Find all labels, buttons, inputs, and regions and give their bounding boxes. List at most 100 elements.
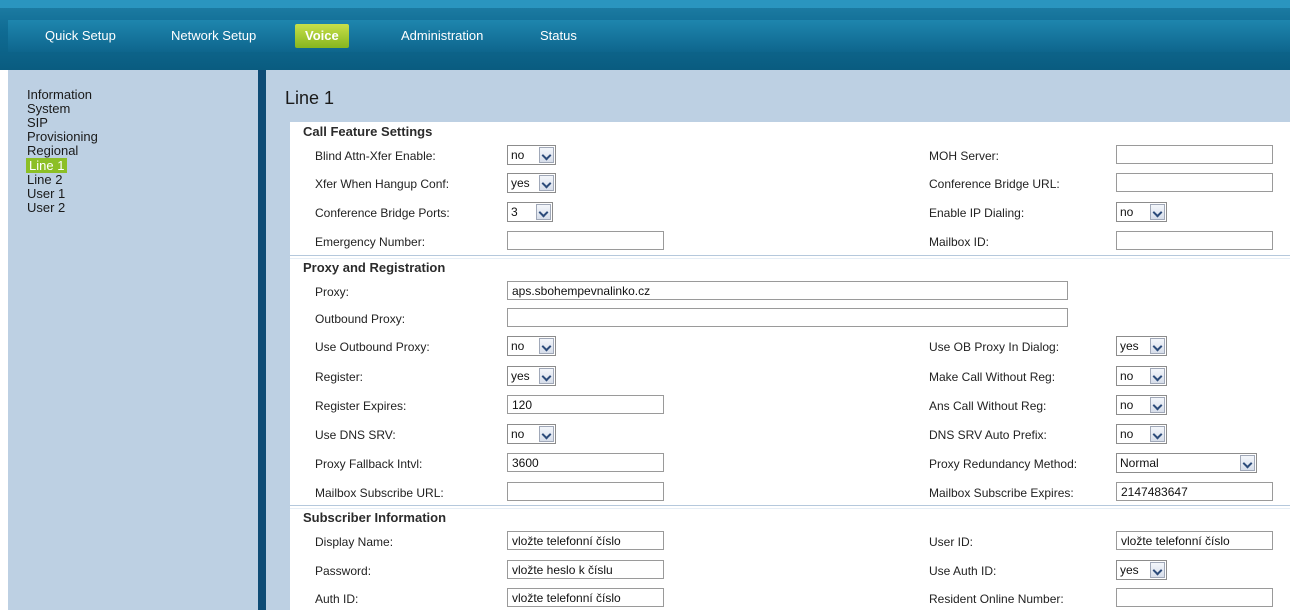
- input-display-name[interactable]: vložte telefonní číslo: [507, 531, 664, 550]
- section-divider: [290, 505, 1290, 509]
- select-use-outbound-proxy[interactable]: no: [507, 336, 556, 356]
- label-conference-bridge-ports: Conference Bridge Ports:: [315, 206, 450, 220]
- chevron-down-icon: [539, 338, 554, 354]
- sidebar-item-sip[interactable]: SIP: [27, 116, 48, 129]
- chevron-down-icon: [1150, 204, 1165, 220]
- sidebar-item-information[interactable]: Information: [27, 88, 92, 101]
- label-use-outbound-proxy: Use Outbound Proxy:: [315, 340, 430, 354]
- label-mailbox-subscribe-expires: Mailbox Subscribe Expires:: [929, 486, 1074, 500]
- select-register[interactable]: yes: [507, 366, 556, 386]
- select-value: no: [1120, 398, 1134, 412]
- input-proxy-fallback-intvl[interactable]: 3600: [507, 453, 664, 472]
- select-value: yes: [1120, 339, 1139, 353]
- label-outbound-proxy: Outbound Proxy:: [315, 312, 406, 326]
- nav-network-setup[interactable]: Network Setup: [171, 20, 256, 52]
- input-user-id[interactable]: vložte telefonní číslo: [1116, 531, 1273, 550]
- chevron-down-icon: [539, 175, 554, 191]
- label-ans-call-without-reg: Ans Call Without Reg:: [929, 399, 1047, 413]
- chevron-down-icon: [1150, 397, 1165, 413]
- label-proxy-fallback-intvl: Proxy Fallback Intvl:: [315, 457, 423, 471]
- sidebar-item-system[interactable]: System: [27, 102, 70, 115]
- label-xfer-when-hangup-conf: Xfer When Hangup Conf:: [315, 177, 450, 191]
- input-mailbox-subscribe-url[interactable]: [507, 482, 664, 501]
- label-dns-srv-auto-prefix: DNS SRV Auto Prefix:: [929, 428, 1047, 442]
- sidebar-item-user-2[interactable]: User 2: [27, 201, 65, 214]
- chevron-down-icon: [539, 368, 554, 384]
- label-proxy-redundancy-method: Proxy Redundancy Method:: [929, 457, 1078, 471]
- label-use-ob-proxy-in-dialog: Use OB Proxy In Dialog:: [929, 340, 1060, 354]
- chevron-down-icon: [539, 147, 554, 163]
- input-auth-id[interactable]: vložte telefonní číslo: [507, 588, 664, 607]
- chevron-down-icon: [1150, 426, 1165, 442]
- select-value: no: [1120, 205, 1134, 219]
- sidebar-item-line-1[interactable]: Line 1: [26, 158, 68, 173]
- label-conference-bridge-url: Conference Bridge URL:: [929, 177, 1060, 191]
- sidebar-item-regional[interactable]: Regional: [27, 144, 78, 157]
- section-divider: [290, 255, 1290, 259]
- select-value: no: [511, 339, 525, 353]
- select-value: no: [1120, 427, 1134, 441]
- label-emergency-number: Emergency Number:: [315, 235, 426, 249]
- input-password[interactable]: vložte heslo k číslu: [507, 560, 664, 579]
- nav-status[interactable]: Status: [540, 20, 577, 52]
- chevron-down-icon: [1240, 455, 1255, 471]
- select-enable-ip-dialing[interactable]: no: [1116, 202, 1167, 222]
- select-xfer-when-hangup-conf[interactable]: yes: [507, 173, 556, 193]
- label-auth-id: Auth ID:: [315, 592, 359, 606]
- select-value: yes: [511, 176, 530, 190]
- input-conference-bridge-url[interactable]: [1116, 173, 1273, 192]
- select-value: no: [1120, 369, 1134, 383]
- sidebar-item-provisioning[interactable]: Provisioning: [27, 130, 98, 143]
- input-moh-server[interactable]: [1116, 145, 1273, 164]
- label-use-dns-srv: Use DNS SRV:: [315, 428, 396, 442]
- select-value: yes: [1120, 563, 1139, 577]
- select-use-auth-id[interactable]: yes: [1116, 560, 1167, 580]
- label-moh-server: MOH Server:: [929, 149, 1000, 163]
- input-mailbox-subscribe-expires[interactable]: 2147483647: [1116, 482, 1273, 501]
- input-outbound-proxy[interactable]: [507, 308, 1068, 327]
- select-value: no: [511, 427, 525, 441]
- top-banner-highlight: [0, 0, 1290, 8]
- select-ans-call-without-reg[interactable]: no: [1116, 395, 1167, 415]
- section-title-proxy-registration: Proxy and Registration: [303, 260, 446, 275]
- select-value: Normal: [1120, 456, 1159, 470]
- top-banner: Quick Setup Network Setup Voice Administ…: [0, 0, 1290, 70]
- section-title-subscriber: Subscriber Information: [303, 510, 447, 525]
- select-value: 3: [511, 205, 518, 219]
- sidebar-item-line-2[interactable]: Line 2: [27, 173, 62, 186]
- label-enable-ip-dialing: Enable IP Dialing:: [929, 206, 1025, 220]
- sidebar-item-user-1[interactable]: User 1: [27, 187, 65, 200]
- chevron-down-icon: [539, 426, 554, 442]
- chevron-down-icon: [536, 204, 551, 220]
- label-use-auth-id: Use Auth ID:: [929, 564, 997, 578]
- nav-administration[interactable]: Administration: [401, 20, 483, 52]
- select-dns-srv-auto-prefix[interactable]: no: [1116, 424, 1167, 444]
- label-proxy: Proxy:: [315, 285, 350, 299]
- chevron-down-icon: [1150, 368, 1165, 384]
- label-make-call-without-reg: Make Call Without Reg:: [929, 370, 1056, 384]
- input-mailbox-id[interactable]: [1116, 231, 1273, 250]
- label-resident-online-number: Resident Online Number:: [929, 592, 1064, 606]
- label-display-name: Display Name:: [315, 535, 394, 549]
- select-use-dns-srv[interactable]: no: [507, 424, 556, 444]
- select-proxy-redundancy-method[interactable]: Normal: [1116, 453, 1257, 473]
- chevron-down-icon: [1150, 562, 1165, 578]
- label-mailbox-id: Mailbox ID:: [929, 235, 990, 249]
- label-mailbox-subscribe-url: Mailbox Subscribe URL:: [315, 486, 444, 500]
- input-emergency-number[interactable]: [507, 231, 664, 250]
- nav-quick-setup[interactable]: Quick Setup: [45, 20, 116, 52]
- label-register: Register:: [315, 370, 364, 384]
- label-register-expires: Register Expires:: [315, 399, 407, 413]
- select-make-call-without-reg[interactable]: no: [1116, 366, 1167, 386]
- label-user-id: User ID:: [929, 535, 974, 549]
- input-resident-online-number[interactable]: [1116, 588, 1273, 607]
- select-use-ob-proxy-in-dialog[interactable]: yes: [1116, 336, 1167, 356]
- select-blind-attn-xfer-enable[interactable]: no: [507, 145, 556, 165]
- select-conference-bridge-ports[interactable]: 3: [507, 202, 553, 222]
- nav-voice[interactable]: Voice: [295, 24, 349, 48]
- section-title-call-feature: Call Feature Settings: [303, 124, 433, 139]
- input-register-expires[interactable]: 120: [507, 395, 664, 414]
- label-password: Password:: [315, 564, 372, 578]
- input-proxy[interactable]: aps.sbohempevnalinko.cz: [507, 281, 1068, 300]
- select-value: no: [511, 148, 525, 162]
